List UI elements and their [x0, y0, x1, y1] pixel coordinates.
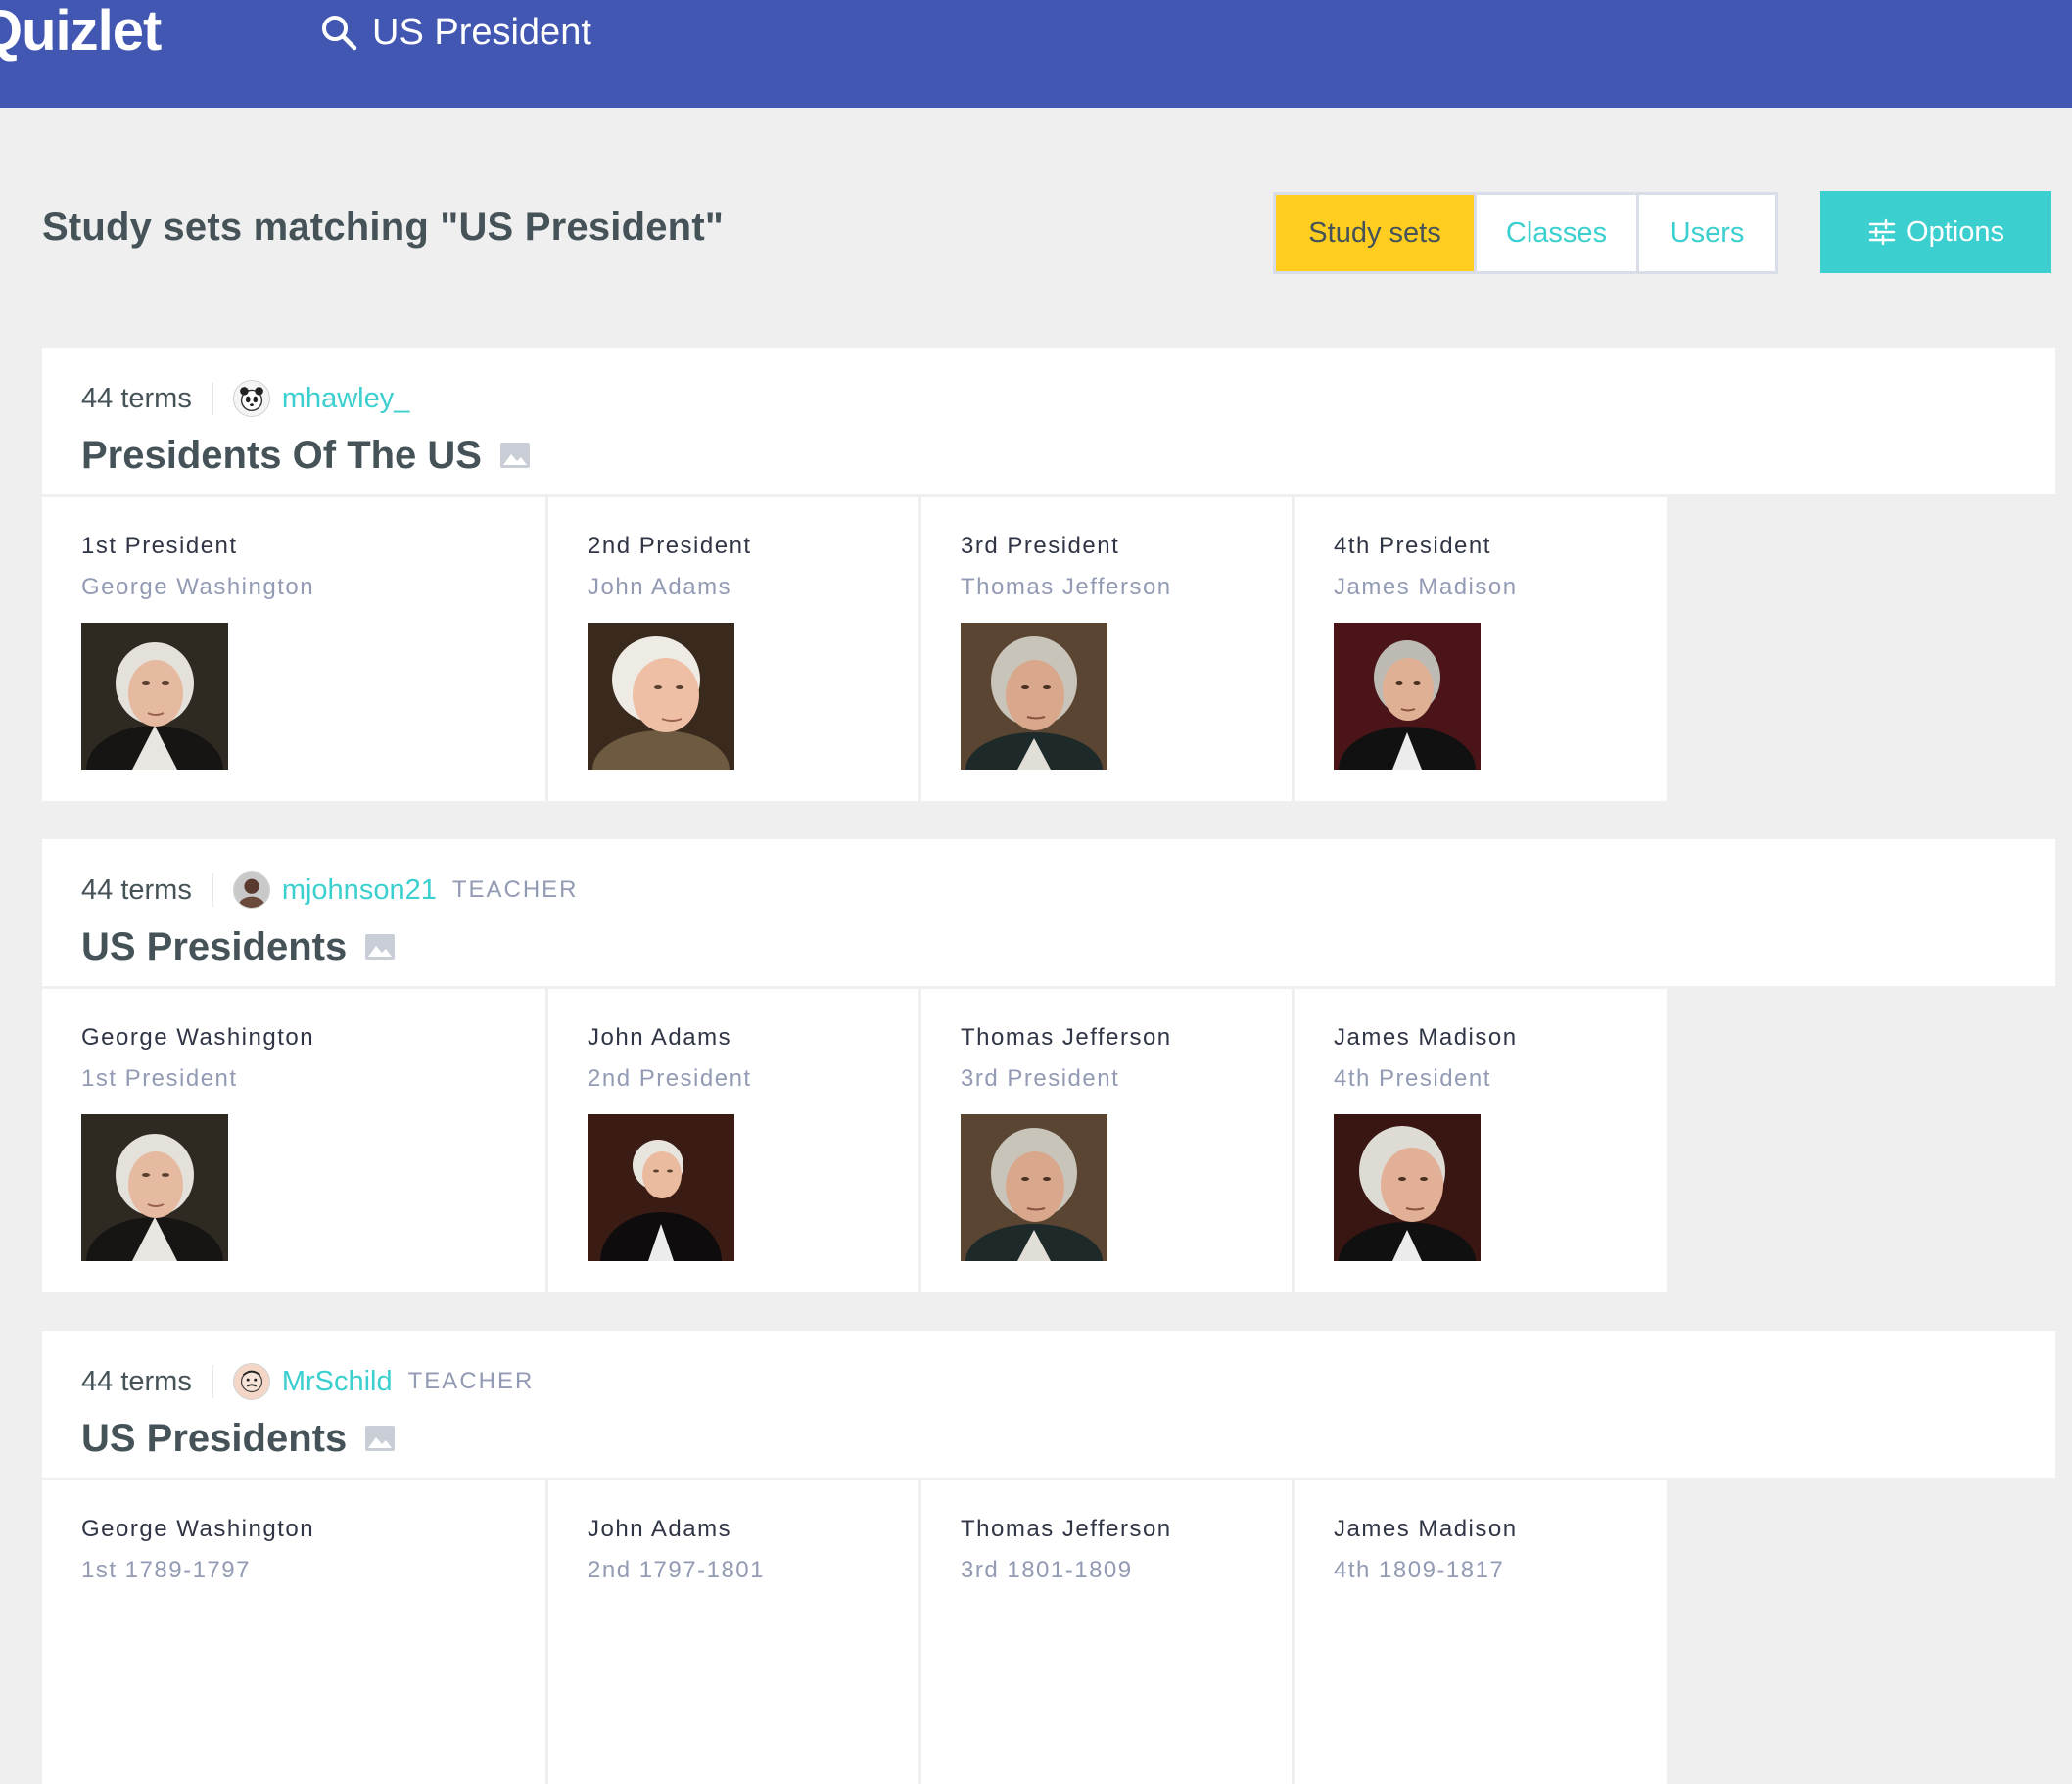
- study-set-header[interactable]: 44 terms mhawley_ Presidents Of The US: [42, 348, 2055, 494]
- avatar[interactable]: [232, 1363, 270, 1400]
- term-count: 44 terms: [81, 1365, 192, 1397]
- term-count: 44 terms: [81, 382, 192, 414]
- options-button[interactable]: Options: [1820, 191, 2051, 273]
- term-card[interactable]: George Washington 1st President: [42, 989, 545, 1292]
- quizlet-logo[interactable]: Quizlet: [0, 0, 162, 63]
- card-definition: James Madison: [1334, 574, 1518, 600]
- term-card[interactable]: 2nd President John Adams: [548, 497, 918, 801]
- meta-divider: [211, 873, 213, 907]
- portrait-john-adams: [588, 1114, 734, 1261]
- term-card-row: George Washington 1st President John Ada…: [42, 989, 2055, 1292]
- study-set-header[interactable]: 44 terms MrSchild TEACHER US Presidents: [42, 1331, 2055, 1478]
- study-set-title[interactable]: US Presidents: [81, 1409, 396, 1468]
- user-photo-avatar-icon: [233, 872, 269, 908]
- card-definition: Thomas Jefferson: [961, 574, 1172, 600]
- card-definition: 3rd President: [961, 1065, 1120, 1092]
- username-link[interactable]: MrSchild: [282, 1366, 393, 1398]
- card-term: 2nd President: [588, 533, 752, 559]
- cartoon-face-avatar-icon: [233, 1364, 269, 1399]
- study-set-meta: 44 terms mhawley_: [81, 377, 409, 420]
- term-card[interactable]: James Madison 4th 1809-1817: [1295, 1480, 1667, 1784]
- study-set-meta: 44 terms mjohnson21 TEACHER: [81, 869, 579, 912]
- card-definition: 2nd 1797-1801: [588, 1557, 765, 1583]
- study-set[interactable]: 44 terms MrSchild TEACHER US Presidents: [42, 1331, 2055, 1784]
- username-link[interactable]: mhawley_: [282, 383, 410, 415]
- search-input[interactable]: US President: [372, 12, 591, 54]
- term-card[interactable]: John Adams 2nd President: [548, 989, 918, 1292]
- portrait-john-adams: [588, 623, 734, 770]
- card-term: James Madison: [1334, 1516, 1518, 1542]
- card-term: 3rd President: [961, 533, 1120, 559]
- search-icon: [322, 16, 357, 51]
- card-definition: 4th President: [1334, 1065, 1491, 1092]
- filter-study-sets[interactable]: Study sets: [1276, 195, 1474, 271]
- card-definition: John Adams: [588, 574, 732, 600]
- username-link[interactable]: mjohnson21: [282, 874, 437, 907]
- card-term: John Adams: [588, 1516, 732, 1542]
- card-definition: 1st President: [81, 1065, 238, 1092]
- portrait-thomas-jefferson: [961, 623, 1107, 770]
- study-set-title-text[interactable]: Presidents Of The US: [81, 434, 482, 478]
- study-set-title[interactable]: US Presidents: [81, 917, 396, 976]
- card-definition: 3rd 1801-1809: [961, 1557, 1133, 1583]
- result-type-filter: Study sets Classes Users: [1273, 192, 1778, 274]
- avatar[interactable]: [232, 380, 270, 417]
- image-icon: [365, 934, 396, 960]
- study-set[interactable]: 44 terms mhawley_ Presidents Of The US 1…: [42, 348, 2055, 801]
- portrait-george-washington: [81, 1114, 228, 1261]
- role-badge: TEACHER: [407, 1368, 535, 1394]
- card-term: James Madison: [1334, 1024, 1518, 1051]
- study-set-title[interactable]: Presidents Of The US: [81, 426, 531, 485]
- study-set-title-text[interactable]: US Presidents: [81, 925, 347, 969]
- panda-avatar-icon: [233, 381, 269, 416]
- card-term: John Adams: [588, 1024, 732, 1051]
- portrait-george-washington: [81, 623, 228, 770]
- card-definition: 1st 1789-1797: [81, 1557, 251, 1583]
- study-set-meta: 44 terms MrSchild TEACHER: [81, 1360, 534, 1403]
- card-definition: George Washington: [81, 574, 315, 600]
- portrait-james-madison: [1334, 1114, 1481, 1261]
- card-term: Thomas Jefferson: [961, 1024, 1172, 1051]
- term-count: 44 terms: [81, 873, 192, 906]
- top-nav-bar: Quizlet US President: [0, 0, 2072, 108]
- study-set-title-text[interactable]: US Presidents: [81, 1417, 347, 1461]
- card-definition: 4th 1809-1817: [1334, 1557, 1505, 1583]
- card-term: George Washington: [81, 1516, 315, 1542]
- term-card[interactable]: James Madison 4th President: [1295, 989, 1667, 1292]
- term-card[interactable]: Thomas Jefferson 3rd President: [921, 989, 1292, 1292]
- meta-divider: [211, 382, 213, 415]
- filter-classes[interactable]: Classes: [1477, 195, 1636, 271]
- term-card-row: George Washington 1st 1789-1797 John Ada…: [42, 1480, 2055, 1784]
- term-card[interactable]: 3rd President Thomas Jefferson: [921, 497, 1292, 801]
- sliders-icon: [1868, 218, 1896, 246]
- term-card[interactable]: George Washington 1st 1789-1797: [42, 1480, 545, 1784]
- card-term: George Washington: [81, 1024, 315, 1051]
- role-badge: TEACHER: [451, 876, 579, 903]
- portrait-james-madison: [1334, 623, 1481, 770]
- image-icon: [365, 1426, 396, 1451]
- term-card[interactable]: John Adams 2nd 1797-1801: [548, 1480, 918, 1784]
- term-card[interactable]: 1st President George Washington: [42, 497, 545, 801]
- portrait-thomas-jefferson: [961, 1114, 1107, 1261]
- term-card[interactable]: 4th President James Madison: [1295, 497, 1667, 801]
- card-term: Thomas Jefferson: [961, 1516, 1172, 1542]
- page-title: Study sets matching "US President": [42, 206, 724, 249]
- term-card[interactable]: Thomas Jefferson 3rd 1801-1809: [921, 1480, 1292, 1784]
- card-term: 1st President: [81, 533, 238, 559]
- filter-users[interactable]: Users: [1639, 195, 1775, 271]
- image-icon: [499, 443, 530, 468]
- search-bar[interactable]: US President: [319, 8, 591, 57]
- card-term: 4th President: [1334, 533, 1491, 559]
- avatar[interactable]: [232, 871, 270, 909]
- study-set[interactable]: 44 terms mjohnson21 TEACHER US President…: [42, 839, 2055, 1292]
- term-card-row: 1st President George Washington 2nd Pres…: [42, 497, 2055, 801]
- meta-divider: [211, 1365, 213, 1398]
- card-definition: 2nd President: [588, 1065, 752, 1092]
- study-set-header[interactable]: 44 terms mjohnson21 TEACHER US President…: [42, 839, 2055, 986]
- options-label: Options: [1907, 215, 2004, 248]
